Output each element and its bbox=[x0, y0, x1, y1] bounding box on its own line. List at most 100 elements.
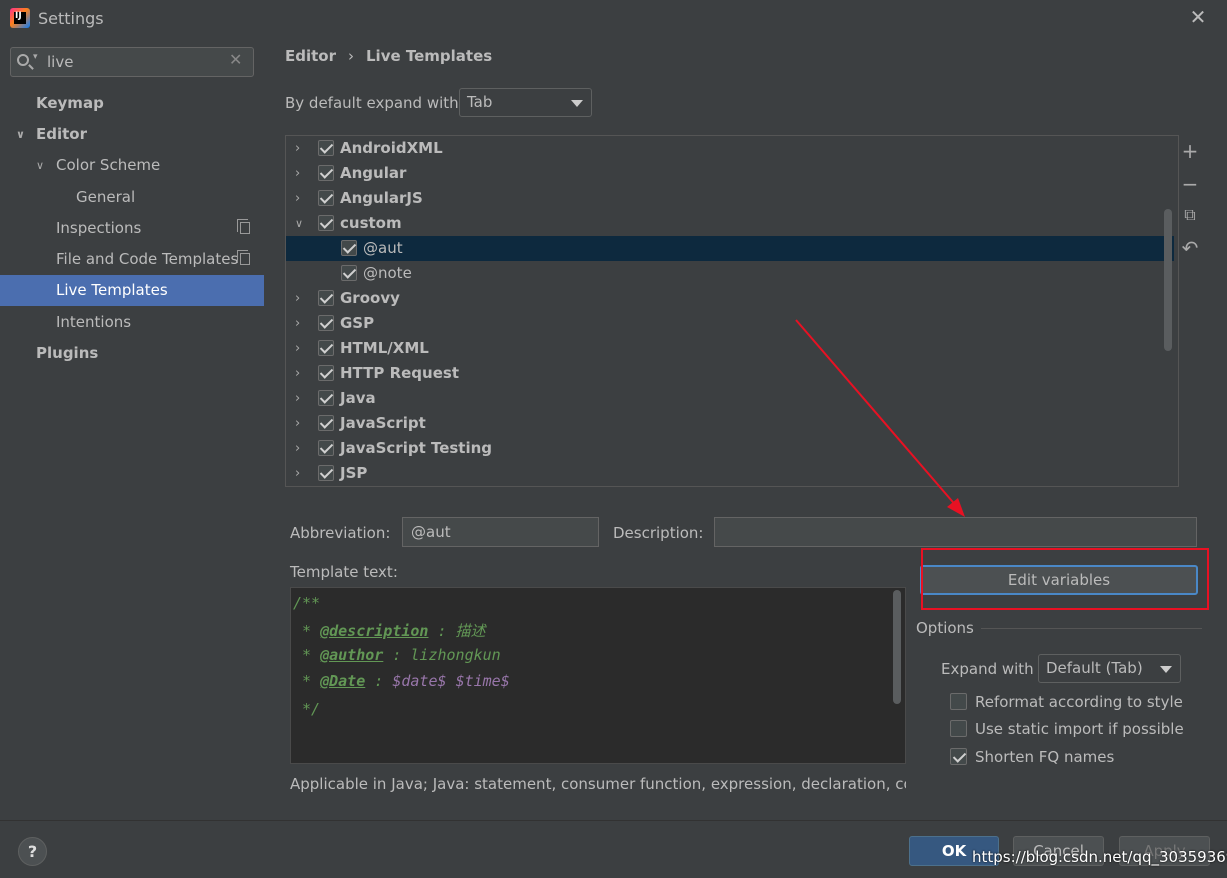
chevron-down-icon[interactable]: ∨ bbox=[295, 211, 303, 236]
sidebar-item-label: Keymap bbox=[36, 94, 104, 112]
shorten-fq-label[interactable]: Shorten FQ names bbox=[975, 748, 1114, 766]
template-group-row[interactable]: › GSP bbox=[286, 311, 1174, 336]
group-checkbox[interactable] bbox=[318, 165, 334, 181]
sidebar-item-label: Editor bbox=[36, 125, 87, 143]
chevron-right-icon[interactable]: › bbox=[295, 386, 300, 411]
reformat-checkbox[interactable] bbox=[950, 693, 967, 710]
code-line: * @description : 描述 bbox=[293, 622, 486, 640]
group-checkbox[interactable] bbox=[318, 365, 334, 381]
search-history-chevron-icon[interactable]: ▾ bbox=[33, 52, 38, 62]
clear-search-icon[interactable]: ✕ bbox=[229, 50, 242, 69]
search-input[interactable] bbox=[47, 51, 227, 73]
template-row-selected[interactable]: @aut bbox=[286, 236, 1174, 261]
group-checkbox[interactable] bbox=[318, 340, 334, 356]
help-button[interactable]: ? bbox=[18, 837, 47, 866]
close-icon[interactable]: ✕ bbox=[1187, 6, 1209, 28]
template-checkbox[interactable] bbox=[341, 240, 357, 256]
group-label: Angular bbox=[340, 164, 407, 182]
add-icon[interactable]: + bbox=[1179, 140, 1201, 162]
code-line: /** bbox=[293, 594, 321, 612]
sidebar-item-label: Plugins bbox=[36, 344, 99, 362]
description-field[interactable] bbox=[714, 517, 1197, 547]
group-label: HTML/XML bbox=[340, 339, 429, 357]
sidebar-item-label: Live Templates bbox=[56, 281, 168, 299]
sidebar-item-intentions[interactable]: Intentions bbox=[0, 307, 264, 338]
copy-icon[interactable]: ⧉ bbox=[1179, 204, 1201, 226]
template-group-row[interactable]: › AndroidXML bbox=[286, 136, 1174, 161]
group-checkbox[interactable] bbox=[318, 415, 334, 431]
abbreviation-label: Abbreviation: bbox=[290, 524, 391, 542]
template-checkbox[interactable] bbox=[341, 265, 357, 281]
reformat-label[interactable]: Reformat according to style bbox=[975, 693, 1183, 711]
sidebar-item-plugins[interactable]: Plugins bbox=[0, 338, 264, 369]
template-label: @aut bbox=[363, 239, 403, 257]
template-group-row[interactable]: › AngularJS bbox=[286, 186, 1174, 211]
group-checkbox[interactable] bbox=[318, 140, 334, 156]
group-checkbox[interactable] bbox=[318, 315, 334, 331]
group-label: AndroidXML bbox=[340, 139, 443, 157]
chevron-right-icon[interactable]: › bbox=[295, 461, 300, 486]
group-checkbox[interactable] bbox=[318, 465, 334, 481]
sidebar-item-editor[interactable]: ∨ Editor bbox=[0, 119, 264, 150]
group-checkbox[interactable] bbox=[318, 190, 334, 206]
group-label: HTTP Request bbox=[340, 364, 459, 382]
template-group-row[interactable]: › HTML/XML bbox=[286, 336, 1174, 361]
chevron-right-icon[interactable]: › bbox=[295, 336, 300, 361]
tree-scrollbar[interactable] bbox=[1164, 209, 1172, 351]
template-group-row[interactable]: › JavaScript Testing bbox=[286, 436, 1174, 461]
restore-icon[interactable]: ↶ bbox=[1179, 237, 1201, 259]
sidebar-item-keymap[interactable]: Keymap bbox=[0, 88, 264, 119]
template-group-row[interactable]: › Angular bbox=[286, 161, 1174, 186]
sidebar-item-label: Intentions bbox=[56, 313, 132, 331]
template-group-row[interactable]: › JavaScript bbox=[286, 411, 1174, 436]
chevron-right-icon[interactable]: › bbox=[295, 136, 300, 161]
chevron-right-icon[interactable]: › bbox=[295, 311, 300, 336]
breadcrumb: Editor › Live Templates bbox=[285, 47, 492, 65]
chevron-right-icon[interactable]: › bbox=[295, 361, 300, 386]
settings-search[interactable]: ▾ ✕ bbox=[10, 47, 254, 77]
chevron-right-icon[interactable]: › bbox=[295, 286, 300, 311]
default-expand-value: Tab bbox=[467, 93, 493, 111]
chevron-right-icon[interactable]: › bbox=[295, 186, 300, 211]
watermark-text: https://blog.csdn.net/qq_30359369 bbox=[972, 848, 1227, 866]
sidebar-item-live-templates[interactable]: Live Templates bbox=[0, 275, 264, 306]
group-label: custom bbox=[340, 214, 402, 232]
chevron-down-icon[interactable]: ∨ bbox=[36, 150, 44, 181]
chevron-down-icon[interactable]: ∨ bbox=[16, 119, 25, 150]
chevron-right-icon[interactable]: › bbox=[295, 436, 300, 461]
code-line: * @Date : $date$ $time$ bbox=[293, 672, 510, 690]
remove-icon[interactable]: − bbox=[1179, 173, 1201, 195]
group-checkbox[interactable] bbox=[318, 390, 334, 406]
static-import-label[interactable]: Use static import if possible bbox=[975, 720, 1184, 738]
sidebar-item-inspections[interactable]: Inspections bbox=[0, 213, 264, 244]
group-checkbox[interactable] bbox=[318, 440, 334, 456]
sidebar-item-file-code-templates[interactable]: File and Code Templates bbox=[0, 244, 264, 275]
chevron-right-icon[interactable]: › bbox=[295, 161, 300, 186]
template-group-row[interactable]: › Java bbox=[286, 386, 1174, 411]
default-expand-select[interactable]: Tab bbox=[459, 88, 592, 117]
shorten-fq-checkbox[interactable] bbox=[950, 748, 967, 765]
template-group-row[interactable]: › Groovy bbox=[286, 286, 1174, 311]
template-row[interactable]: @note bbox=[286, 261, 1174, 286]
group-label: GSP bbox=[340, 314, 375, 332]
group-checkbox[interactable] bbox=[318, 215, 334, 231]
abbreviation-field[interactable]: @aut bbox=[402, 517, 599, 547]
sidebar-item-color-scheme[interactable]: ∨ Color Scheme bbox=[0, 150, 264, 181]
expand-with-select[interactable]: Default (Tab) bbox=[1038, 654, 1181, 683]
group-checkbox[interactable] bbox=[318, 290, 334, 306]
editor-scrollbar[interactable] bbox=[893, 590, 901, 704]
options-title: Options bbox=[916, 619, 974, 637]
applicable-contexts-text[interactable]: Applicable in Java; Java: statement, con… bbox=[290, 775, 906, 793]
template-group-row[interactable]: ∨ custom bbox=[286, 211, 1174, 236]
description-label: Description: bbox=[613, 524, 704, 542]
project-copy-icon bbox=[237, 219, 250, 234]
template-group-row[interactable]: › JSP bbox=[286, 461, 1174, 486]
group-label: Java bbox=[340, 389, 376, 407]
template-group-row[interactable]: › HTTP Request bbox=[286, 361, 1174, 386]
chevron-right-icon[interactable]: › bbox=[295, 411, 300, 436]
static-import-checkbox[interactable] bbox=[950, 720, 967, 737]
sidebar-item-general[interactable]: General bbox=[0, 182, 264, 213]
annotation-highlight-box bbox=[921, 548, 1209, 610]
template-text-editor[interactable]: /** * @description : 描述 * @author : lizh… bbox=[290, 587, 906, 764]
live-templates-tree: › AndroidXML › Angular › AngularJS ∨ cus… bbox=[285, 135, 1179, 487]
